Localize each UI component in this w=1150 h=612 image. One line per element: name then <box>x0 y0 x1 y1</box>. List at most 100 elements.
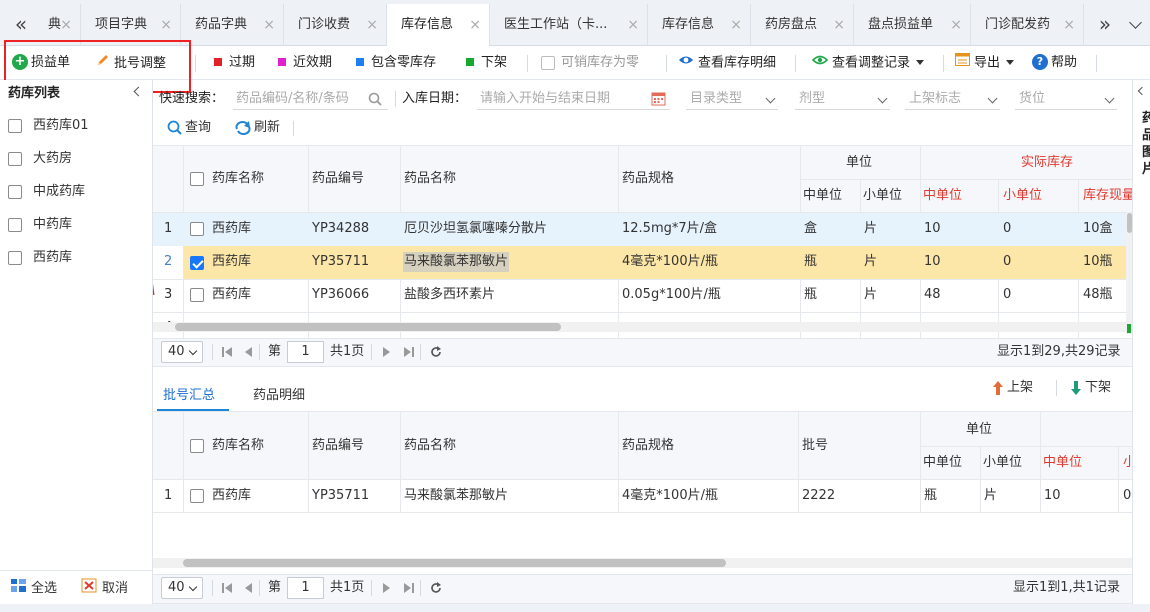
sidebar-item-dayaofang[interactable]: 大药房 <box>8 149 72 169</box>
sellable-zero-checkbox[interactable]: 可销库存为零 <box>541 53 639 73</box>
page-number-input[interactable]: 1 <box>287 341 324 363</box>
cell-stock-mid: 10 <box>1044 488 1061 503</box>
dropdown-caret-icon[interactable] <box>1006 59 1015 65</box>
prev-page-icon[interactable] <box>244 583 252 593</box>
horizontal-scrollbar[interactable] <box>175 323 561 331</box>
select-all-button[interactable]: 全选 <box>10 578 57 599</box>
header-warehouse[interactable]: 药库名称 <box>212 436 264 456</box>
tab-scroll-right-icon[interactable]: » <box>1090 8 1120 40</box>
last-page-icon[interactable] <box>404 583 414 593</box>
tab-item[interactable]: 医生工作站（卡... × <box>490 4 648 46</box>
calendar-icon[interactable] <box>651 91 666 106</box>
view-adjust-record-button[interactable]: 查看调整记录 <box>811 53 925 73</box>
checkbox[interactable] <box>8 118 22 133</box>
header-unit-small[interactable]: 小单位 <box>983 453 1022 473</box>
next-page-icon[interactable] <box>383 583 391 593</box>
sidebar-item-xiyaoku01[interactable]: 西药库01 <box>8 116 89 136</box>
tab-item-active[interactable]: 库存信息 × <box>387 4 490 46</box>
horizontal-scrollbar[interactable] <box>183 559 726 567</box>
header-unit-small[interactable]: 小单位 <box>863 186 902 206</box>
select-all-rows-checkbox[interactable] <box>190 439 204 453</box>
row-checkbox[interactable] <box>190 222 204 236</box>
help-button[interactable]: ? 帮助 <box>1032 53 1077 73</box>
sidebar-item-zhongyaoku[interactable]: 中药库 <box>8 215 72 235</box>
tab-item[interactable]: 门诊收费 × <box>284 4 387 46</box>
batch-summary-grid: 药库名称 药品编号 药品名称 药品规格 批号 单位 中单位 小单位 中单位 小 … <box>153 412 1132 574</box>
page-size-select[interactable]: 40 <box>161 577 203 599</box>
close-icon[interactable]: × <box>1063 4 1075 46</box>
refresh-button[interactable]: 刷新 <box>235 119 280 137</box>
tab-item[interactable]: 门诊配发药 × <box>971 4 1084 46</box>
first-page-icon[interactable] <box>222 583 232 593</box>
header-unit-mid[interactable]: 中单位 <box>923 453 962 473</box>
row-checkbox[interactable] <box>190 489 204 503</box>
header-stock-mid[interactable]: 中单位 <box>1043 453 1082 473</box>
close-icon[interactable]: × <box>833 4 845 46</box>
dosage-form-select[interactable]: 剂型 <box>795 88 890 110</box>
header-stock-now[interactable]: 库存现量 <box>1083 186 1132 206</box>
view-stock-detail-button[interactable]: 查看库存明细 <box>678 53 776 73</box>
reload-icon[interactable] <box>430 346 442 358</box>
row-checkbox[interactable] <box>190 288 204 302</box>
tab-item[interactable]: 库存信息 × <box>648 4 751 46</box>
checkbox[interactable] <box>8 217 22 232</box>
header-spec[interactable]: 药品规格 <box>622 436 674 456</box>
select-all-rows-checkbox[interactable] <box>190 172 204 186</box>
checkbox[interactable] <box>8 151 22 166</box>
header-code[interactable]: 药品编号 <box>312 169 364 189</box>
shelf-flag-select[interactable]: 上架标志 <box>905 88 1000 110</box>
shelf-down-button[interactable]: 下架 <box>1071 379 1111 397</box>
tab-drug-detail[interactable]: 药品明细 <box>253 387 305 405</box>
header-spec[interactable]: 药品规格 <box>622 169 674 189</box>
tab-menu-chevron-icon[interactable] <box>1129 16 1142 29</box>
expand-chevron-icon[interactable] <box>1137 86 1147 96</box>
reload-icon[interactable] <box>430 582 442 594</box>
search-icon[interactable] <box>368 92 382 106</box>
tab-item[interactable]: 药品字典 × <box>181 4 284 46</box>
tab-scroll-left-icon[interactable]: « <box>6 8 36 40</box>
catalog-type-select[interactable]: 目录类型 <box>686 88 778 110</box>
quick-search-input[interactable]: 药品编码/名称/条码 <box>233 88 388 110</box>
sidebar-item-xiyaoku[interactable]: 西药库 <box>8 248 72 268</box>
close-icon[interactable]: × <box>263 4 275 46</box>
tab-item[interactable]: 药房盘点 × <box>751 4 854 46</box>
tab-item[interactable]: 盘点损益单 × <box>854 4 971 46</box>
page-size-select[interactable]: 40 <box>161 341 203 363</box>
header-warehouse[interactable]: 药库名称 <box>212 169 264 189</box>
close-icon[interactable]: × <box>469 4 481 46</box>
header-stock-small[interactable]: 小单位 <box>1003 186 1042 206</box>
close-icon[interactable]: × <box>950 4 962 46</box>
shelf-up-button[interactable]: 上架 <box>993 379 1033 397</box>
total-pages: 共1页 <box>330 580 365 595</box>
header-stock-small[interactable]: 小 <box>1123 453 1132 473</box>
next-page-icon[interactable] <box>383 347 391 357</box>
row-checkbox-checked[interactable] <box>190 255 204 270</box>
header-code[interactable]: 药品编号 <box>312 436 364 456</box>
prev-page-icon[interactable] <box>244 347 252 357</box>
date-range-input[interactable]: 请输入开始与结束日期 <box>477 88 670 110</box>
cancel-button[interactable]: 取消 <box>81 578 128 599</box>
cell-warehouse: 西药库 <box>212 254 252 269</box>
first-page-icon[interactable] <box>222 347 232 357</box>
close-icon[interactable]: × <box>730 4 742 46</box>
header-name[interactable]: 药品名称 <box>404 436 456 456</box>
checkbox[interactable] <box>8 184 22 199</box>
query-button[interactable]: 查询 <box>167 119 211 137</box>
header-name[interactable]: 药品名称 <box>404 169 456 189</box>
last-page-icon[interactable] <box>404 347 414 357</box>
location-select[interactable]: 货位 <box>1015 88 1117 110</box>
close-icon[interactable]: × <box>366 4 378 46</box>
header-batch[interactable]: 批号 <box>802 436 828 456</box>
checkbox[interactable] <box>541 55 555 70</box>
checkbox[interactable] <box>8 250 22 265</box>
header-unit-mid[interactable]: 中单位 <box>803 186 842 206</box>
tab-batch-summary[interactable]: 批号汇总 <box>163 387 215 405</box>
header-stock-mid[interactable]: 中单位 <box>923 186 962 206</box>
export-button[interactable]: 导出 <box>955 53 1015 73</box>
collapse-chevron-icon[interactable] <box>133 86 144 97</box>
page-number-input[interactable]: 1 <box>287 577 324 599</box>
dropdown-caret-icon[interactable] <box>916 59 925 65</box>
select-label: 上架标志 <box>909 91 962 106</box>
sidebar-item-zhongchengyaoku[interactable]: 中成药库 <box>8 182 85 202</box>
close-icon[interactable]: × <box>627 4 639 46</box>
